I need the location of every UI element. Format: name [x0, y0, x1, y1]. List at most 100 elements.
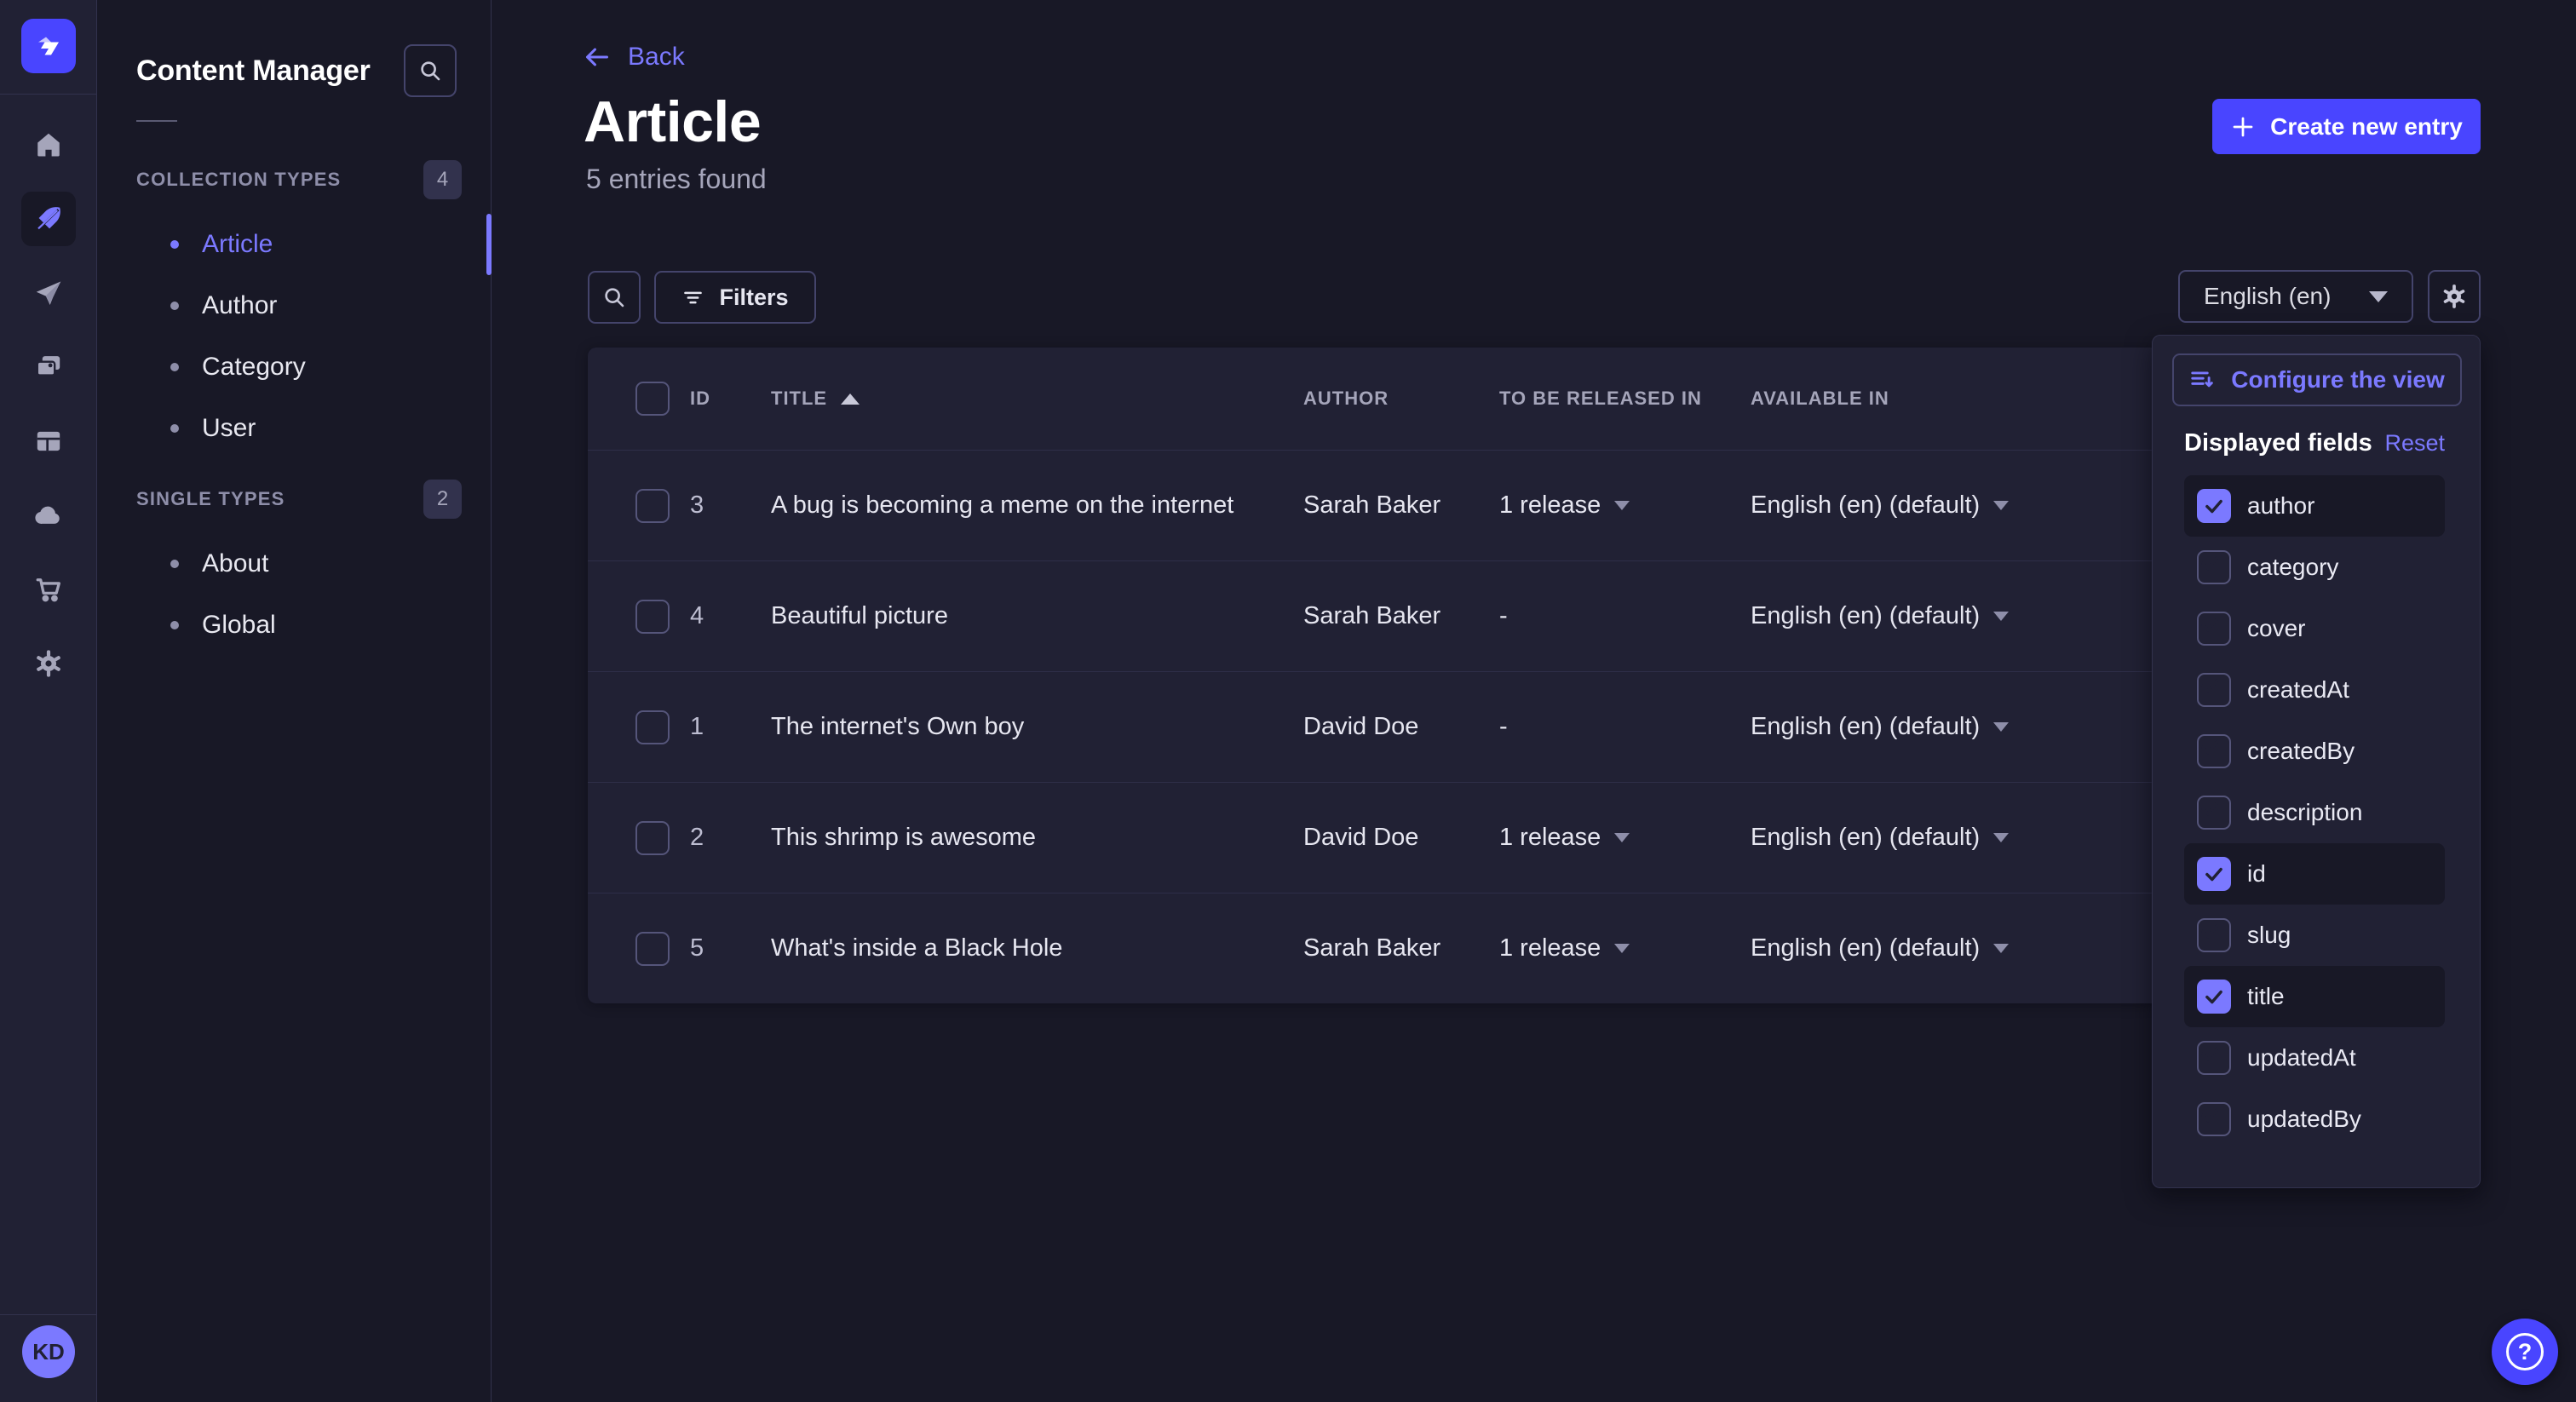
cell-released[interactable]: 1 release: [1499, 934, 1751, 962]
sidebar-divider: [136, 120, 177, 122]
field-toggle-row[interactable]: createdAt: [2184, 659, 2445, 721]
cell-title: The internet's Own boy: [771, 713, 1303, 741]
sidebar-item[interactable]: About: [97, 533, 491, 595]
rail-item-purchases[interactable]: [21, 562, 76, 617]
field-toggle-row[interactable]: updatedAt: [2184, 1027, 2445, 1089]
field-toggle-row[interactable]: createdBy: [2184, 721, 2445, 782]
select-all-checkbox[interactable]: [635, 382, 670, 416]
field-checkbox[interactable]: [2197, 1041, 2231, 1075]
table-row[interactable]: 2 This shrimp is awesome David Doe 1 rel…: [588, 782, 2159, 893]
field-toggle-row[interactable]: cover: [2184, 598, 2445, 659]
field-toggle-row[interactable]: id: [2184, 843, 2445, 905]
rail-item-content-manager[interactable]: [21, 192, 76, 246]
field-checkbox[interactable]: [2197, 1102, 2231, 1136]
field-checkbox[interactable]: [2197, 857, 2231, 891]
sidebar-item[interactable]: Category: [97, 336, 491, 398]
filters-button[interactable]: Filters: [654, 271, 816, 324]
view-settings-button[interactable]: [2428, 270, 2481, 323]
rail-item-home[interactable]: [21, 118, 76, 172]
field-toggle-row[interactable]: author: [2184, 475, 2445, 537]
check-icon: [2203, 863, 2225, 885]
table-row[interactable]: 5 What's inside a Black Hole Sarah Baker…: [588, 893, 2159, 1003]
strapi-logo-icon: [33, 31, 64, 61]
page-title: Article: [584, 89, 761, 155]
strapi-logo[interactable]: [21, 19, 76, 73]
field-toggle-row[interactable]: title: [2184, 966, 2445, 1027]
field-label: updatedAt: [2247, 1044, 2356, 1072]
row-checkbox[interactable]: [635, 932, 670, 966]
sidebar-item[interactable]: Global: [97, 595, 491, 656]
search-icon: [417, 58, 443, 83]
cell-author: Sarah Baker: [1303, 602, 1499, 630]
chevron-down-icon: [1614, 501, 1630, 510]
field-toggle-row[interactable]: description: [2184, 782, 2445, 843]
rail-item-releases[interactable]: [21, 266, 76, 320]
cell-released[interactable]: -: [1499, 713, 1751, 741]
cell-available[interactable]: English (en) (default): [1751, 491, 2159, 520]
table-row[interactable]: 1 The internet's Own boy David Doe - Eng…: [588, 671, 2159, 782]
sidebar-item[interactable]: Author: [97, 275, 491, 336]
row-checkbox[interactable]: [635, 489, 670, 523]
field-checkbox[interactable]: [2197, 673, 2231, 707]
rail-item-settings[interactable]: [21, 636, 76, 691]
chevron-down-icon: [2369, 291, 2388, 302]
field-checkbox[interactable]: [2197, 918, 2231, 952]
column-header-author[interactable]: AUTHOR: [1303, 388, 1499, 410]
check-icon: [2199, 675, 2221, 697]
field-toggle-row[interactable]: category: [2184, 537, 2445, 598]
cloud-icon: [33, 500, 64, 531]
back-link[interactable]: Back: [585, 43, 685, 72]
rail-item-media-library[interactable]: [21, 340, 76, 394]
check-icon: [2203, 495, 2225, 517]
collection-types-list: Article Author Category User: [97, 214, 491, 459]
row-checkbox[interactable]: [635, 710, 670, 744]
cell-released[interactable]: 1 release: [1499, 824, 1751, 852]
sidebar-item[interactable]: User: [97, 398, 491, 459]
sidebar-item[interactable]: Article: [97, 214, 491, 275]
help-button[interactable]: ?: [2492, 1319, 2558, 1385]
table-row[interactable]: 3 A bug is becoming a meme on the intern…: [588, 450, 2159, 560]
gear-icon: [33, 648, 64, 679]
field-toggle-row[interactable]: updatedBy: [2184, 1089, 2445, 1150]
sidebar-item-label: Author: [202, 291, 277, 320]
view-settings-popover: Configure the view Displayed fields Rese…: [2152, 335, 2481, 1188]
cell-available[interactable]: English (en) (default): [1751, 824, 2159, 852]
column-header-title[interactable]: TITLE: [771, 388, 1303, 410]
field-checkbox[interactable]: [2197, 612, 2231, 646]
field-checkbox[interactable]: [2197, 734, 2231, 768]
rail-item-cloud[interactable]: [21, 488, 76, 543]
single-types-section: SINGLE TYPES 2 About Global: [97, 480, 491, 656]
field-label: category: [2247, 554, 2338, 581]
field-checkbox[interactable]: [2197, 489, 2231, 523]
cell-available[interactable]: English (en) (default): [1751, 602, 2159, 630]
user-avatar[interactable]: KD: [22, 1325, 75, 1378]
row-checkbox[interactable]: [635, 821, 670, 855]
sidebar-search-button[interactable]: [404, 44, 457, 97]
entries-table: ID TITLE AUTHOR TO BE RELEASED IN AVAILA…: [588, 348, 2159, 1003]
rail-item-content-type-builder[interactable]: [21, 414, 76, 468]
reset-link[interactable]: Reset: [2384, 430, 2445, 457]
table-row[interactable]: 4 Beautiful picture Sarah Baker - Englis…: [588, 560, 2159, 671]
column-header-id[interactable]: ID: [690, 388, 771, 410]
cell-id: 2: [690, 824, 771, 852]
chevron-down-icon: [1993, 501, 2009, 510]
field-checkbox[interactable]: [2197, 550, 2231, 584]
bullet-icon: [170, 302, 179, 310]
create-new-entry-button[interactable]: Create new entry: [2212, 99, 2481, 154]
field-checkbox[interactable]: [2197, 980, 2231, 1014]
bullet-icon: [170, 560, 179, 568]
cell-released[interactable]: 1 release: [1499, 491, 1751, 520]
field-checkbox[interactable]: [2197, 796, 2231, 830]
field-toggle-row[interactable]: slug: [2184, 905, 2445, 966]
column-header-released[interactable]: TO BE RELEASED IN: [1499, 388, 1751, 410]
cell-released[interactable]: -: [1499, 602, 1751, 630]
row-checkbox[interactable]: [635, 600, 670, 634]
table-search-button[interactable]: [588, 271, 641, 324]
sidebar-title: Content Manager: [136, 55, 371, 88]
column-header-available[interactable]: AVAILABLE IN: [1751, 388, 2159, 410]
cell-author: David Doe: [1303, 713, 1499, 741]
cell-available[interactable]: English (en) (default): [1751, 934, 2159, 962]
cell-available[interactable]: English (en) (default): [1751, 713, 2159, 741]
locale-select[interactable]: English (en): [2178, 270, 2413, 323]
configure-view-button[interactable]: Configure the view: [2172, 353, 2462, 406]
